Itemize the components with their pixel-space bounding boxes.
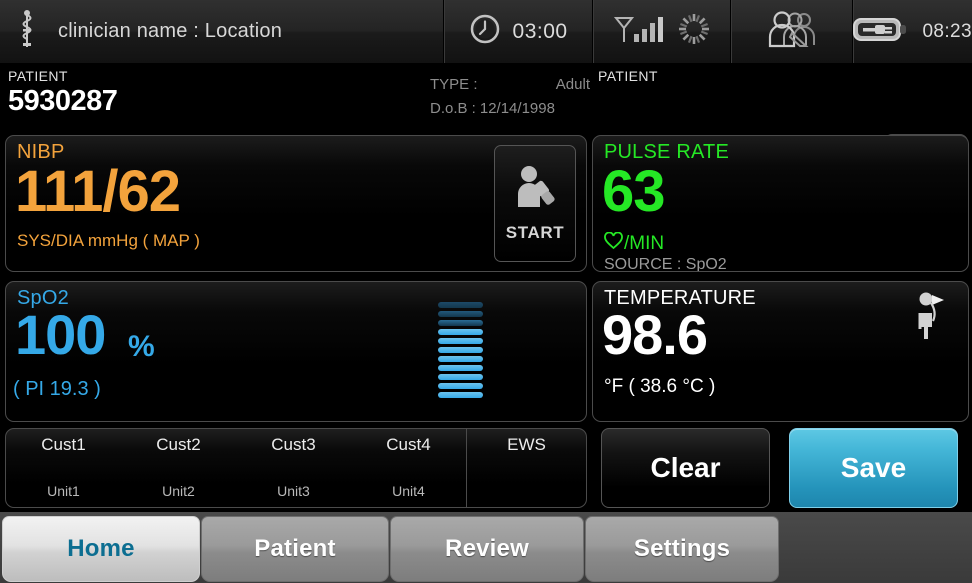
- custom-param-cell-3[interactable]: Cust3 Unit3: [236, 429, 351, 507]
- patient-id-value: 5930287: [8, 85, 118, 117]
- custom-param-name: Cust4: [386, 435, 431, 454]
- vital-signs-monitor-screen: clinician name : Location 03:00 08:23 PA…: [0, 0, 972, 583]
- patients-group-icon: [762, 9, 822, 54]
- patient-dob-row: D.o.B : 12/14/1998: [430, 97, 590, 121]
- heart-outline-icon: [604, 231, 623, 256]
- antenna-signal-icon: [612, 12, 664, 51]
- nibp-start-label: START: [505, 222, 565, 242]
- clinician-location-field[interactable]: clinician name : Location: [0, 0, 443, 63]
- spo2-perfusion-index: ( PI 19.3 ): [13, 378, 101, 400]
- spo2-percent-unit: %: [128, 330, 155, 363]
- custom-param-name: Cust2: [156, 435, 201, 454]
- busy-spinner-icon: [677, 12, 711, 51]
- temperature-units: °F ( 38.6 °C ): [604, 376, 716, 397]
- custom-param-cell-4[interactable]: Cust4 Unit4: [351, 429, 466, 507]
- ews-cell[interactable]: EWS: [466, 429, 586, 507]
- pulse-rate-value: 63: [602, 159, 666, 224]
- pleth-segment: [438, 365, 483, 371]
- nibp-value: 111/62: [15, 159, 181, 224]
- pleth-bar-graph: [438, 302, 483, 398]
- battery-time-remaining: 08:23: [922, 20, 972, 42]
- custom-param-name: Cust1: [41, 435, 86, 454]
- temperature-value: 98.6: [602, 303, 708, 366]
- patient-label-right: PATIENT: [598, 68, 658, 84]
- bp-cuff-person-icon: [513, 165, 557, 216]
- custom-param-name: Cust3: [271, 435, 316, 454]
- pleth-segment: [438, 392, 483, 398]
- custom-param-unit: Unit2: [162, 483, 195, 499]
- pleth-segment: [438, 302, 483, 308]
- spo2-value: 100: [15, 303, 106, 366]
- tab-home[interactable]: Home: [2, 516, 200, 582]
- pleth-segment: [438, 338, 483, 344]
- interval-timer[interactable]: 03:00: [444, 0, 592, 63]
- custom-param-unit: Unit3: [277, 483, 310, 499]
- power-status[interactable]: 08:23: [853, 0, 972, 63]
- pulse-rate-panel[interactable]: PULSE RATE 63 /MIN SOURCE : SpO2: [592, 135, 969, 272]
- custom-param-unit: Unit1: [47, 483, 80, 499]
- clock-icon: [469, 13, 501, 50]
- pleth-segment: [438, 383, 483, 389]
- pleth-segment: [438, 320, 483, 326]
- patient-dob-label: D.o.B :: [430, 100, 476, 117]
- patient-type-value: Adult: [555, 76, 590, 93]
- connectivity-status[interactable]: [593, 0, 730, 63]
- custom-param-unit: Unit4: [392, 483, 425, 499]
- pleth-segment: [438, 374, 483, 380]
- custom-param-cell-2[interactable]: Cust2 Unit2: [121, 429, 236, 507]
- custom-param-cell-1[interactable]: Cust1 Unit1: [6, 429, 121, 507]
- patient-dob-value: 12/14/1998: [479, 100, 555, 117]
- pleth-segment: [438, 356, 483, 362]
- nibp-start-button[interactable]: START: [494, 145, 576, 262]
- patient-label: PATIENT: [8, 68, 68, 84]
- patient-demographics: TYPE : Adult D.o.B : 12/14/1998: [430, 73, 590, 121]
- pleth-segment: [438, 311, 483, 317]
- custom-parameters-bar: Cust1 Unit1 Cust2 Unit2 Cust3 Unit3 Cust4 Unit4…: [5, 428, 587, 508]
- pleth-segment: [438, 347, 483, 353]
- pleth-segment: [438, 329, 483, 335]
- timer-value: 03:00: [512, 19, 568, 43]
- status-header: clinician name : Location 03:00 08:23: [0, 0, 972, 64]
- nibp-units: SYS/DIA mmHg ( MAP ): [17, 231, 200, 250]
- tab-patient[interactable]: Patient: [201, 516, 389, 582]
- nibp-panel[interactable]: NIBP 111/62 SYS/DIA mmHg ( MAP ) START: [5, 135, 587, 272]
- patient-identification-bar: PATIENT 5930287 TYPE : Adult D.o.B : 12/…: [0, 64, 972, 193]
- tab-review[interactable]: Review: [390, 516, 584, 582]
- tab-settings[interactable]: Settings: [585, 516, 779, 582]
- patient-identity-block[interactable]: PATIENT 5930287: [8, 68, 118, 118]
- spo2-panel[interactable]: SpO2 100 % ( PI 19.3 ): [5, 281, 587, 422]
- pulse-rate-units: /MIN: [624, 233, 665, 254]
- patient-type-label: TYPE :: [430, 76, 478, 93]
- temperature-panel[interactable]: TEMPERATURE 98.6 °F ( 38.6 °C ): [592, 281, 969, 422]
- oral-thermometer-person-icon: [912, 291, 952, 346]
- caduceus-icon: [14, 9, 40, 54]
- patient-type-row: TYPE : Adult: [430, 73, 590, 97]
- clinician-location-label: clinician name : Location: [58, 20, 283, 42]
- pulse-rate-source: SOURCE : SpO2: [604, 256, 727, 272]
- save-button[interactable]: Save: [789, 428, 958, 508]
- clear-button[interactable]: Clear: [601, 428, 770, 508]
- bottom-tab-bar: Home Patient Review Settings: [0, 512, 972, 583]
- patients-group-button[interactable]: [731, 0, 853, 63]
- pulse-rate-units-row: /MIN: [604, 231, 665, 256]
- ews-label: EWS: [507, 435, 546, 454]
- battery-plugged-icon: [853, 14, 911, 49]
